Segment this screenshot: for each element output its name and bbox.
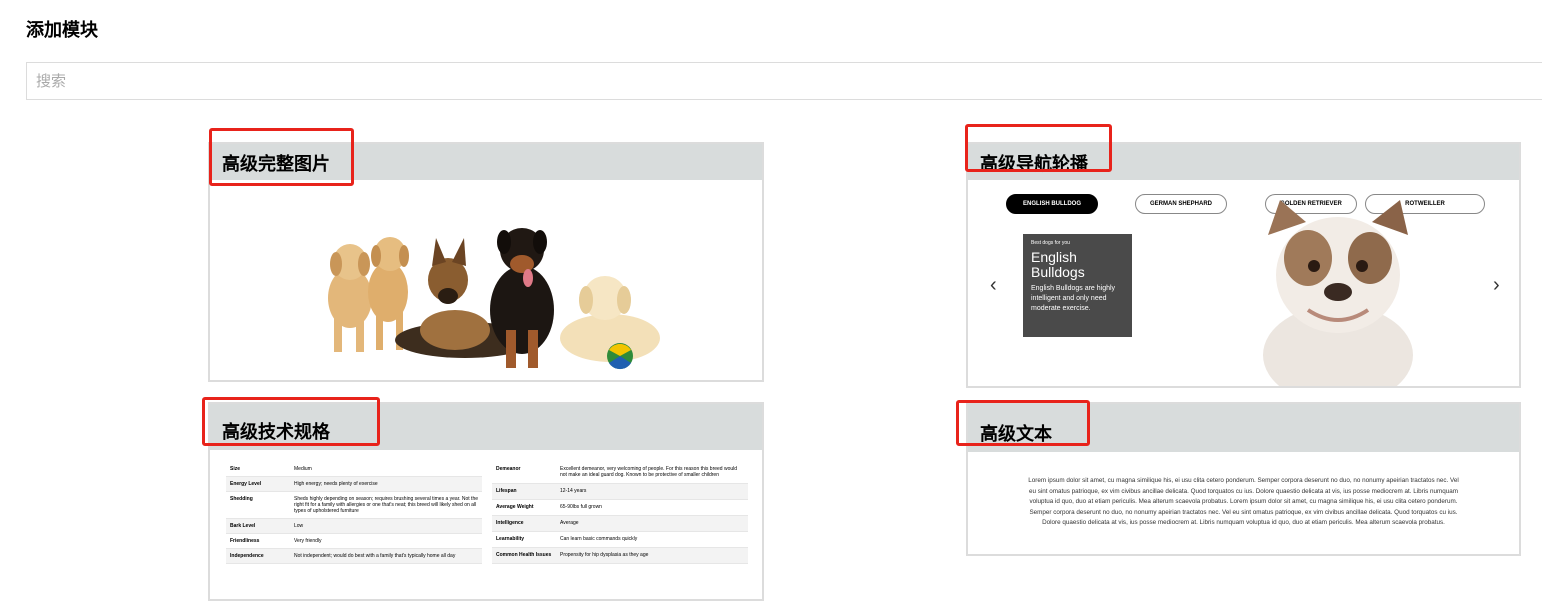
table-row: Energy Level High energy; needs plenty of… [226,476,482,492]
spec-key: Energy Level [226,476,290,492]
spec-key: Size [226,462,290,477]
spec-value: Sheds highly depending on season; requir… [290,491,482,519]
table-row: Shedding Sheds highly depending on season… [226,491,482,519]
module-card-text[interactable]: 高级文本 Lorem ipsum dolor sit amet, cu magn… [966,402,1521,556]
specs-table-left: Size Medium Energy Level High energy; need… [226,462,482,564]
table-row: Intelligence Average [492,515,748,533]
chevron-right-icon[interactable]: › [1493,274,1500,297]
carousel-tab-english-bulldog[interactable]: ENGLISH BULLDOG [1006,194,1098,214]
table-row: Independence Not independent; would do be… [226,548,482,564]
table-row: Friendliness Very friendly [226,533,482,549]
spec-value: Medium [290,462,482,477]
spec-value: Propensity for hip dysplasia as they age [556,547,748,564]
spec-value: 65-90lbs full grown [556,499,748,517]
table-row: Average Weight 65-90lbs full grown [492,499,748,517]
spec-key: Average Weight [492,499,556,517]
spec-value: Can learn basic commands quickly [556,531,748,549]
module-card-carousel[interactable]: 高级导航轮播 ENGLISH BULLDOG GERMAN SHEPHARD G… [966,142,1521,388]
module-title: 高级技术规格 [210,404,762,450]
table-row: Learnability Can learn basic commands qui… [492,531,748,549]
chevron-left-icon[interactable]: ‹ [990,274,997,297]
carousel-tab-german-shephard[interactable]: GERMAN SHEPHARD [1135,194,1227,214]
search-input[interactable] [26,62,1542,100]
dogs-image [210,180,762,380]
table-row: Common Health Issues Propensity for hip d… [492,547,748,564]
spec-key: Lifespan [492,483,556,501]
caption-kicker: Best dogs for you [1031,240,1070,246]
spec-value: 12-14 years [556,483,748,501]
module-card-specs[interactable]: 高级技术规格 Size Medium Energy Level High energ… [208,402,764,601]
caption-heading: English Bulldogs [1031,249,1085,280]
table-row: Demeanor Excellent demeanor, very welcomi… [492,462,748,485]
module-card-full-image[interactable]: 高级完整图片 [208,142,764,382]
caption-description: English Bulldogs are highly intelligent … [1031,285,1116,312]
spec-key: Demeanor [492,462,556,485]
bulldog-image [1263,200,1413,386]
lorem-text: Lorem ipsum dolor sit amet, cu magna sim… [1028,477,1459,527]
spec-value: Low [290,518,482,534]
spec-key: Learnability [492,531,556,549]
spec-value: Very friendly [290,533,482,549]
spec-key: Intelligence [492,515,556,533]
module-title: 高级完整图片 [210,144,762,180]
spec-key: Independence [226,548,290,564]
specs-table-right: Demeanor Excellent demeanor, very welcomi… [492,462,748,564]
table-row: Lifespan 12-14 years [492,483,748,501]
spec-value: Average [556,515,748,533]
spec-key: Shedding [226,491,290,519]
module-title: 高级文本 [968,404,1519,452]
table-row: Size Medium [226,462,482,477]
spec-value: Not independent; would do best with a fa… [290,548,482,564]
spec-value: Excellent demeanor, very welcoming of pe… [556,462,748,485]
spec-key: Common Health Issues [492,547,556,564]
table-row: Bark Level Low [226,518,482,534]
spec-key: Friendliness [226,533,290,549]
spec-value: High energy; needs plenty of exercise [290,476,482,492]
spec-key: Bark Level [226,518,290,534]
page-title: 添加模块 [26,20,98,41]
carousel-caption: Best dogs for you English Bulldogs Engli… [1023,234,1132,337]
module-title: 高级导航轮播 [968,144,1519,180]
